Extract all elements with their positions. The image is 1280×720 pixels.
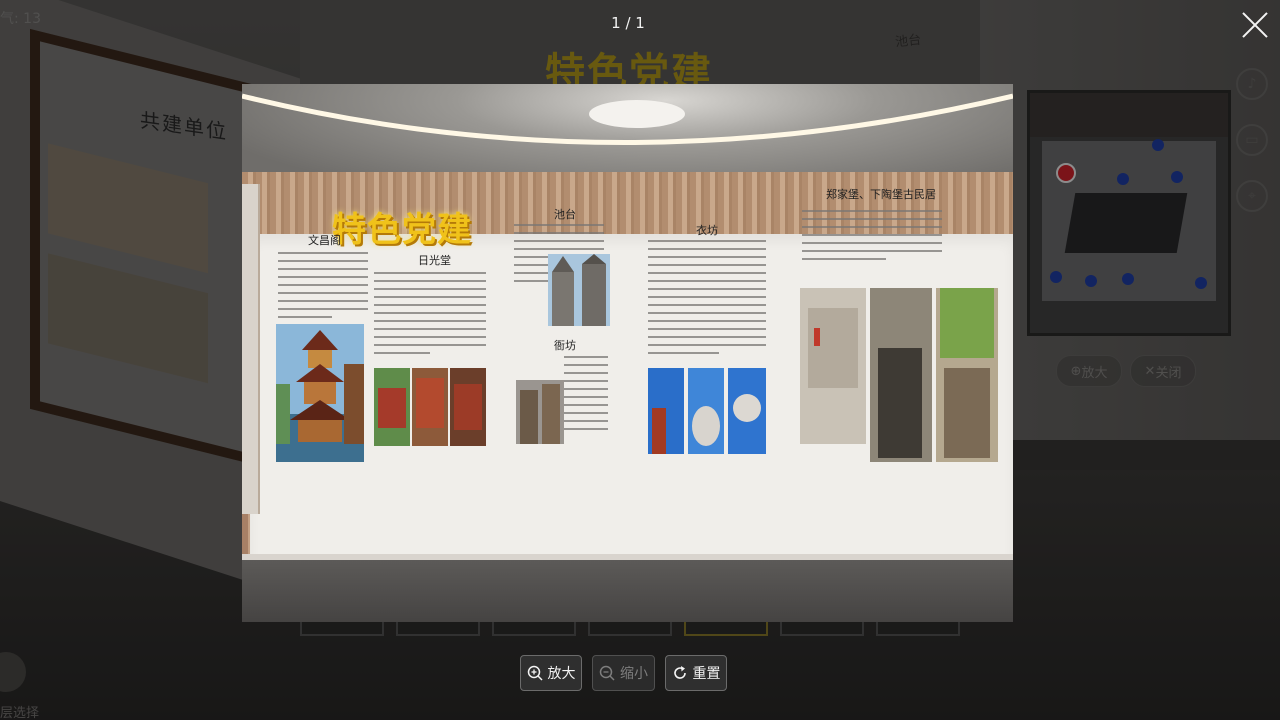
close-icon[interactable] (1240, 10, 1270, 40)
zoom-out-icon (599, 665, 615, 681)
exhibit-photo-old-houses (800, 288, 998, 462)
exhibit-heading: 衣坊 (696, 224, 718, 237)
zoom-in-icon (527, 665, 543, 681)
text-column (374, 272, 486, 354)
zoom-in-button[interactable]: 放大 (520, 655, 582, 691)
exhibit-photo-pagoda (276, 324, 364, 462)
zoom-out-label: 缩小 (620, 666, 648, 682)
text-column (564, 356, 608, 430)
reset-label: 重置 (692, 666, 721, 682)
exhibit-photo-gate (516, 380, 564, 444)
exhibit-heading: 文昌阁 (308, 234, 341, 247)
exhibit-title: 特色党建 (332, 210, 472, 250)
image-viewer[interactable]: 特色党建 文昌阁 日光堂 池台 衙坊 衣坊 郑家堡、下陶堡古民居 (242, 84, 1013, 622)
text-column (278, 252, 368, 318)
exhibit-left-edge (242, 184, 260, 514)
zoom-in-label: 放大 (547, 666, 576, 682)
exhibit-photo-sculptures (648, 368, 766, 454)
exhibit-heading: 日光堂 (418, 254, 451, 267)
text-column (802, 210, 942, 260)
exhibit-heading: 池台 (554, 208, 576, 221)
exhibit-photo-temples (374, 368, 486, 446)
text-column (648, 240, 766, 354)
image-counter: 1 / 1 (611, 14, 645, 32)
zoom-out-button[interactable]: 缩小 (592, 655, 655, 691)
exhibit-heading: 郑家堡、下陶堡古民居 (826, 188, 936, 201)
reset-icon (673, 666, 686, 679)
exhibit-heading: 衙坊 (554, 339, 576, 352)
reset-button[interactable]: 重置 (665, 655, 727, 691)
exhibit-floor (242, 554, 1013, 622)
exhibit-photo-church (548, 254, 610, 326)
